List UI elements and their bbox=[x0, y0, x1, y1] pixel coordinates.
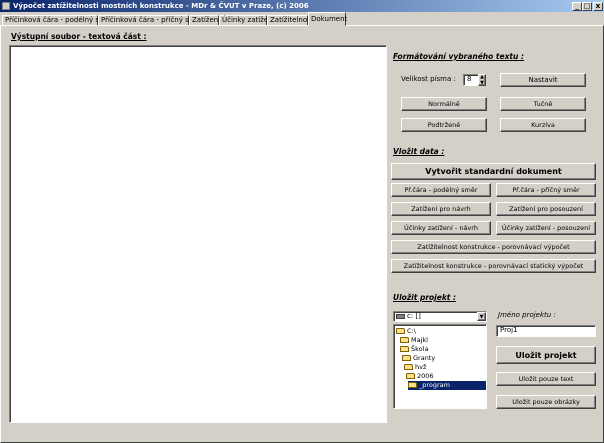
folder-open-icon bbox=[400, 346, 409, 352]
font-size-label: Velikost písma : bbox=[401, 75, 456, 83]
folder-item[interactable]: C:\ bbox=[396, 327, 416, 336]
drive-dropdown-button[interactable]: ▼ bbox=[477, 312, 486, 321]
font-size-spinner[interactable]: ▲ ▼ bbox=[478, 74, 486, 86]
set-font-size-button[interactable]: Nastavit bbox=[500, 73, 586, 87]
window-title: Výpočet zatížitelnosti mostních konstruk… bbox=[13, 2, 309, 10]
folder-open-icon bbox=[400, 337, 409, 343]
save-images-only-button[interactable]: Uložit pouze obrázky bbox=[496, 395, 596, 409]
insert-heading: Vložit data : bbox=[393, 147, 445, 156]
drive-icon bbox=[396, 313, 405, 319]
insert-static-capacity-button[interactable]: Zatížitelnost konstrukce - porovnávací s… bbox=[391, 259, 596, 273]
create-standard-document-button[interactable]: Vytvořit standardní dokument bbox=[391, 163, 596, 180]
spin-down-icon[interactable]: ▼ bbox=[480, 80, 484, 86]
underline-button[interactable]: Podtrženě bbox=[401, 118, 487, 132]
folder-item[interactable]: 2006 bbox=[406, 372, 434, 381]
project-name-input[interactable]: Proj1 bbox=[496, 325, 596, 337]
tab-bar: Příčinková čára - podélný směr Příčinkov… bbox=[0, 12, 604, 26]
app-icon bbox=[2, 2, 10, 10]
title-bar: Výpočet zatížitelnosti mostních konstruk… bbox=[0, 0, 604, 12]
normal-button[interactable]: Normálně bbox=[401, 97, 487, 111]
drive-value: c: [] bbox=[407, 312, 421, 320]
folder-item[interactable]: Škola bbox=[400, 345, 428, 354]
folder-item-selected[interactable]: _program bbox=[408, 381, 486, 390]
font-size-input[interactable]: 8 bbox=[463, 74, 479, 86]
folder-item[interactable]: Majkl bbox=[400, 336, 428, 345]
folder-tree[interactable]: C:\ Majkl Škola Granty hvž 2006 _program bbox=[393, 324, 487, 409]
output-text-area[interactable] bbox=[9, 45, 387, 423]
insert-assessment-loads-button[interactable]: Zatížení pro posouzení bbox=[496, 202, 596, 216]
insert-assessment-effects-button[interactable]: Účinky zatížení - posouzení bbox=[496, 221, 596, 235]
folder-open-icon bbox=[404, 364, 413, 370]
folder-item[interactable]: hvž bbox=[404, 363, 426, 372]
drive-select[interactable]: c: [] bbox=[393, 311, 487, 322]
folder-open-icon bbox=[406, 373, 415, 379]
minimize-button[interactable]: _ bbox=[572, 2, 582, 11]
insert-design-effects-button[interactable]: Účinky zatížení - návrh bbox=[391, 221, 491, 235]
italic-button[interactable]: Kurzíva bbox=[500, 118, 586, 132]
output-heading: Výstupní soubor - textová část : bbox=[11, 32, 147, 41]
insert-trans-influence-line-button[interactable]: Př.čára - příčný směr bbox=[496, 183, 596, 197]
save-heading: Uložit projekt : bbox=[393, 293, 457, 302]
folder-open-icon bbox=[396, 328, 405, 334]
tab-document[interactable]: Dokument bbox=[308, 12, 347, 26]
insert-design-loads-button[interactable]: Zatížení pro návrh bbox=[391, 202, 491, 216]
folder-item[interactable]: Granty bbox=[402, 354, 435, 363]
maximize-button[interactable]: □ bbox=[582, 2, 592, 11]
folder-open-icon bbox=[402, 355, 411, 361]
insert-comparative-capacity-button[interactable]: Zatížitelnost konstrukce - porovnávací v… bbox=[391, 240, 596, 254]
bold-button[interactable]: Tučně bbox=[500, 97, 586, 111]
save-text-only-button[interactable]: Uložit pouze text bbox=[496, 372, 596, 386]
close-button[interactable]: x bbox=[593, 2, 603, 11]
save-project-button[interactable]: Uložit projekt bbox=[496, 346, 596, 364]
project-name-label: Jméno projektu : bbox=[498, 311, 556, 319]
formatting-heading: Formátování vybraného textu : bbox=[393, 52, 524, 61]
folder-open-icon bbox=[408, 382, 417, 388]
insert-long-influence-line-button[interactable]: Př.čára - podélný směr bbox=[391, 183, 491, 197]
chevron-down-icon: ▼ bbox=[479, 313, 484, 320]
